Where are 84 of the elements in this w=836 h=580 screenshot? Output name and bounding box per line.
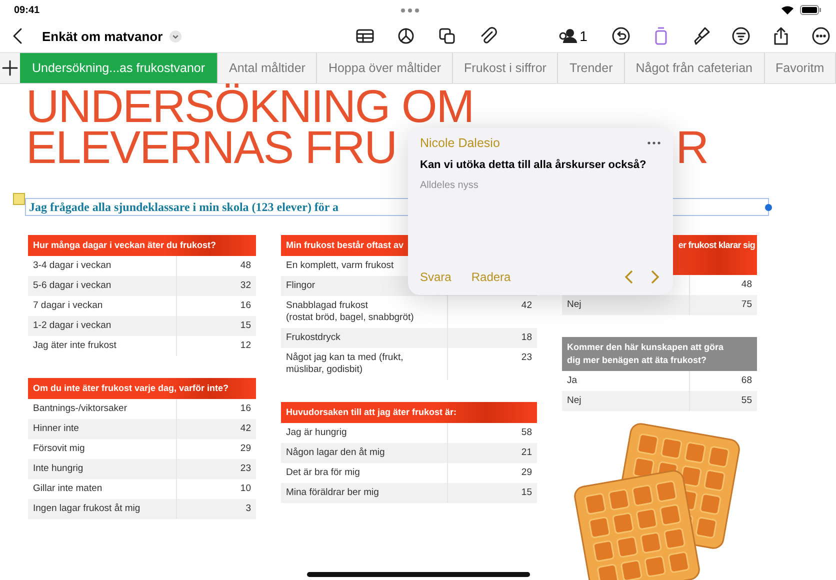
more-icon[interactable] (647, 141, 661, 145)
table-cell-text: 23 (240, 463, 251, 474)
table-header: Huvudorsaken till att jag äter frukost är: (281, 402, 537, 423)
table-cell-text: 48 (240, 260, 251, 271)
table-cell-text: Snabblagad frukost (rostat bröd, bagel, snabbgröt) (286, 300, 414, 323)
table-cell-text: Inte hungrig (33, 463, 84, 474)
table-cell-text: 32 (240, 280, 251, 291)
table-cell-text: Nej (567, 395, 582, 406)
table-header: Om du inte äter frukost varje dag, varför inte? (28, 378, 256, 399)
table-cell-text: Jag äter inte frukost (33, 340, 116, 351)
comment-marker-icon[interactable] (13, 193, 25, 205)
table-cell-text: En komplett, varm frukost (286, 260, 394, 271)
document-title[interactable]: Enkät om matvanor (42, 28, 163, 44)
table-cell-text: Någon lagar den åt mig (286, 447, 385, 458)
table-cell-text: 18 (521, 332, 532, 343)
shapes-icon[interactable] (436, 26, 457, 46)
battery-icon (800, 5, 822, 15)
chart-icon[interactable] (396, 26, 416, 46)
table-header: Kommer den här kunskapen att göra dig mer benägen att äta frukost? (562, 337, 757, 371)
next-icon[interactable] (649, 269, 661, 285)
table-cell-text: 16 (240, 300, 251, 311)
table-cell-text: Ingen lagar frukost åt mig (33, 503, 140, 514)
sheet-tab[interactable]: Undersökning...as frukostvanor (20, 53, 218, 83)
table-cell-text: 75 (741, 299, 752, 310)
collaboration-button[interactable]: 1 (558, 26, 588, 46)
table-cell-text: 58 (521, 427, 532, 438)
table-cell-text: Flingor (286, 280, 316, 291)
table-cell-text: Det är bra för mig (286, 467, 360, 478)
multitasking-dots-icon[interactable] (400, 8, 420, 12)
sheet-tab[interactable]: Trender (558, 53, 625, 83)
table-cell-text: Försovit mig (33, 443, 85, 454)
table-cell-text: Gillar inte maten (33, 483, 102, 494)
comment-author: Nicole Dalesio (420, 136, 500, 150)
table-cell-text: Mina föräldrar ber mig (286, 487, 379, 498)
table-cell-text: 29 (521, 467, 532, 478)
table-cell-text: Frukostdryck (286, 332, 340, 343)
table-header: Hur många dagar i veckan äter du frukost? (28, 235, 256, 256)
table-cell-text: 7 dagar i veckan (33, 300, 103, 311)
sheet-tab[interactable]: Hoppa över måltider (317, 53, 454, 83)
table-cell-text: 42 (521, 300, 532, 311)
selection-handle[interactable] (765, 204, 772, 211)
dropdown-icon[interactable] (168, 30, 182, 42)
filter-icon[interactable] (731, 26, 752, 46)
previous-icon[interactable] (623, 269, 635, 285)
table-cell-text: 3-4 dagar i veckan (33, 260, 112, 271)
sheet-tab[interactable]: Favoritm (764, 53, 836, 83)
table-cell-text: 55 (741, 395, 752, 406)
table-cell-text: 15 (240, 320, 251, 331)
table-cell-text: 15 (521, 487, 532, 498)
comment-action-button[interactable]: Radera (471, 270, 511, 284)
subtitle-text: Jag frågade alla sjundeklassare i min skola (123 elever) för a (29, 200, 339, 214)
table-cell-text: Nej (567, 299, 582, 310)
sheet-tab[interactable]: Frukost i siffror (453, 53, 558, 83)
table-cell-text: 12 (240, 340, 251, 351)
table-cell-text: Ja (567, 375, 578, 386)
sheet-tab[interactable]: Något från cafeterian (624, 53, 764, 83)
table-cell-text: Hinner inte (33, 423, 79, 434)
table-cell-text: 29 (240, 443, 251, 454)
sheet-tab[interactable]: Antal måltider (218, 53, 318, 83)
people-icon (558, 26, 578, 46)
table-cell-text: 3 (246, 503, 251, 514)
undo-icon[interactable] (611, 26, 632, 46)
table-cell-text: 42 (240, 423, 251, 434)
table-cell-text: 48 (741, 279, 752, 290)
comment-text: Kan vi utöka detta till alla årskurser också? (420, 159, 648, 171)
table-cell-text: 10 (240, 483, 251, 494)
table-cell-text: 1-2 dagar i veckan (33, 320, 112, 331)
table-cell-text: 16 (240, 403, 251, 414)
status-time: 09:41 (14, 4, 40, 16)
title-text: UNDERSÖKNING OM (26, 86, 475, 127)
comment-action-button[interactable]: Svara (420, 270, 452, 284)
title-text: R (676, 127, 708, 168)
table-cell-text: 21 (521, 447, 532, 458)
table-cell-text: Något jag kan ta med (frukt, müslibar, godisbit) (286, 352, 404, 375)
add-icon[interactable] (0, 58, 20, 78)
table-cell-text: 23 (521, 352, 532, 363)
more-icon[interactable] (811, 26, 832, 46)
table-cell-text: Jag är hungrig (286, 427, 347, 438)
table-cell-text: 68 (741, 375, 752, 386)
table-cell-text: 5-6 dagar i veckan (33, 280, 112, 291)
table-cell-text: Bantnings-/viktorsaker (33, 403, 127, 414)
comment-time: Alldeles nyss (420, 180, 480, 191)
title-text: ELEVERNAS FRU (26, 127, 396, 168)
wifi-icon (780, 5, 794, 15)
